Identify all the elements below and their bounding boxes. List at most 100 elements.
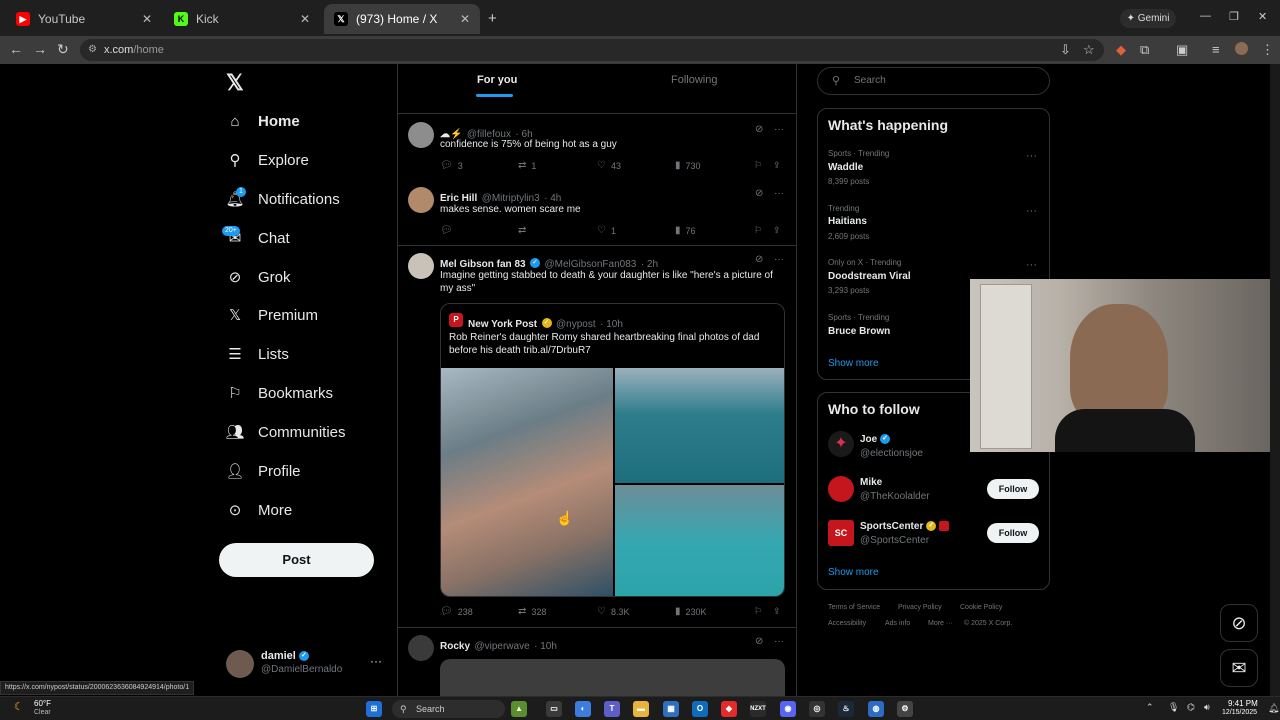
repost-button[interactable]: ⇄ 1 <box>518 160 536 171</box>
share-icon[interactable]: ⇪ <box>773 225 781 236</box>
grok-icon[interactable]: ⊘ <box>755 124 763 135</box>
views-button[interactable]: ▮ 730 <box>675 160 701 171</box>
weather-temp[interactable]: 60°F <box>34 699 51 708</box>
nzxt-icon[interactable]: NZXT <box>750 701 766 717</box>
gemini-button[interactable]: ✦ Gemini <box>1120 9 1176 28</box>
new-tab-button[interactable]: + <box>488 10 497 27</box>
site-info-icon[interactable]: ⚙ <box>88 39 97 61</box>
bookmark-star-icon[interactable]: ☆ <box>1083 42 1095 58</box>
sidebar-item-premium[interactable]: 𝕏 Premium <box>226 300 318 330</box>
copilot-icon[interactable]: ◐ <box>575 701 591 717</box>
file-explorer-icon[interactable]: ▬ <box>633 701 649 717</box>
photo-swimming-daughter[interactable] <box>615 485 784 596</box>
share-icon[interactable]: ⇪ <box>773 606 781 617</box>
grok-icon[interactable]: ⊘ <box>755 188 763 199</box>
trend-more-icon[interactable]: ··· <box>1026 205 1037 217</box>
follow-button[interactable]: Follow <box>987 523 1039 543</box>
close-icon[interactable]: ✕ <box>142 12 152 26</box>
bell-icon[interactable]: 🔔︎ <box>1268 703 1279 714</box>
tweet-time[interactable]: · 10h <box>534 641 557 652</box>
follow-button[interactable]: Follow <box>987 479 1039 499</box>
reply-button[interactable]: 💬︎ 3 <box>440 160 463 171</box>
chevron-up-icon[interactable]: ⌃ <box>1146 702 1154 713</box>
messages-float-icon[interactable]: ✉ <box>1220 649 1258 687</box>
trend-name[interactable]: Doodstream Viral <box>828 271 911 282</box>
reload-icon[interactable]: ↻ <box>57 41 69 58</box>
tab-for-you[interactable]: For you <box>477 74 517 86</box>
avatar[interactable] <box>408 635 434 661</box>
sidepanel-icon[interactable]: ▣ <box>1176 42 1188 58</box>
share-icon[interactable]: ⇪ <box>773 160 781 171</box>
sidebar-item-communities[interactable]: 👥︎ Communities <box>225 417 345 447</box>
views-button[interactable]: ▮ 230K <box>675 606 707 617</box>
tab-kick[interactable]: K Kick ✕ <box>164 4 320 34</box>
extension-brave-icon[interactable]: ◆ <box>1116 42 1126 58</box>
forward-icon[interactable]: → <box>33 41 47 57</box>
microphone-icon[interactable]: 🎙︎ <box>1168 702 1179 713</box>
repost-button[interactable]: ⇄ <box>518 225 531 236</box>
media-icon[interactable]: ≡ <box>1212 42 1220 57</box>
more-icon[interactable]: ··· <box>774 188 784 199</box>
tab-x-home[interactable]: 𝕏 (973) Home / X ✕ <box>324 4 480 34</box>
footer-more-link[interactable]: More ··· <box>928 620 953 627</box>
avatar[interactable] <box>408 187 434 213</box>
tab-following[interactable]: Following <box>671 74 717 86</box>
grok-icon[interactable]: ⊘ <box>755 636 763 647</box>
grok-float-icon[interactable]: ⊘ <box>1220 604 1258 642</box>
window-close-icon[interactable]: ✕ <box>1258 10 1267 23</box>
tweet-media-preview[interactable] <box>440 659 785 696</box>
bookmark-icon[interactable]: ⚐ <box>754 160 762 171</box>
clock-time[interactable]: 9:41 PM <box>1228 699 1258 708</box>
suggestion-name[interactable]: Joe ✓ <box>860 434 891 445</box>
extensions-icon[interactable]: ⧉ <box>1140 42 1149 58</box>
sidebar-item-profile[interactable]: 👤︎ Profile <box>225 456 300 486</box>
more-icon[interactable]: ··· <box>774 636 784 647</box>
teams-icon[interactable]: T <box>604 701 620 717</box>
suggestion-name[interactable]: SportsCenter ✓ <box>860 521 949 532</box>
install-icon[interactable]: ⇩ <box>1060 42 1071 58</box>
search-input[interactable]: ⚲ Search <box>817 67 1050 95</box>
chrome-icon[interactable]: ◍ <box>868 701 884 717</box>
avatar[interactable] <box>408 122 434 148</box>
app-icon[interactable]: ▲ <box>511 701 527 717</box>
trend-name[interactable]: Haitians <box>828 216 867 227</box>
profile-avatar[interactable] <box>1235 42 1248 55</box>
task-view-icon[interactable]: ▭ <box>546 701 562 717</box>
photo-swimming-dad[interactable] <box>615 368 784 483</box>
show-more-follow-link[interactable]: Show more <box>828 567 879 578</box>
restore-icon[interactable]: ❐ <box>1229 10 1239 23</box>
back-icon[interactable]: ← <box>9 41 23 57</box>
app-red-icon[interactable]: ◆ <box>721 701 737 717</box>
app-icon[interactable]: ⚙ <box>897 701 913 717</box>
x-logo-icon[interactable]: 𝕏 <box>226 70 244 96</box>
footer-cookie-link[interactable]: Cookie Policy <box>960 604 1002 611</box>
url-field[interactable]: ⚙ x.com/home <box>80 39 1104 61</box>
tweet-name[interactable]: Rocky <box>440 641 470 652</box>
trend-name[interactable]: Waddle <box>828 162 863 173</box>
show-more-trends-link[interactable]: Show more <box>828 358 879 369</box>
grok-icon[interactable]: ⊘ <box>755 254 763 265</box>
footer-privacy-link[interactable]: Privacy Policy <box>898 604 942 611</box>
post-button[interactable]: Post <box>219 543 374 577</box>
views-button[interactable]: ▮ 76 <box>675 225 696 236</box>
steam-icon[interactable]: ♨ <box>838 701 854 717</box>
sidebar-item-lists[interactable]: ☰ Lists <box>226 339 289 369</box>
account-more-icon[interactable]: ··· <box>370 654 382 668</box>
like-button[interactable]: ♡ 43 <box>597 160 621 171</box>
close-icon[interactable]: ✕ <box>300 12 310 26</box>
discord-icon[interactable]: ◉ <box>780 701 796 717</box>
footer-accessibility-link[interactable]: Accessibility <box>828 620 866 627</box>
footer-ads-link[interactable]: Ads info <box>885 620 910 627</box>
bookmark-icon[interactable]: ⚐ <box>754 606 762 617</box>
like-button[interactable]: ♡ 1 <box>597 225 616 236</box>
bookmark-icon[interactable]: ⚐ <box>754 225 762 236</box>
volume-icon[interactable]: 🔊︎ <box>1204 702 1210 713</box>
avatar[interactable] <box>226 650 254 678</box>
trend-more-icon[interactable]: ··· <box>1026 259 1037 271</box>
tweet-handle[interactable]: @viperwave <box>474 641 529 652</box>
windows-start-icon[interactable]: ⊞ <box>366 701 382 717</box>
avatar[interactable] <box>408 253 434 279</box>
store-icon[interactable]: ▦ <box>663 701 679 717</box>
sidebar-item-home[interactable]: ⌂ Home <box>226 106 299 136</box>
trend-name[interactable]: Bruce Brown <box>828 326 890 337</box>
